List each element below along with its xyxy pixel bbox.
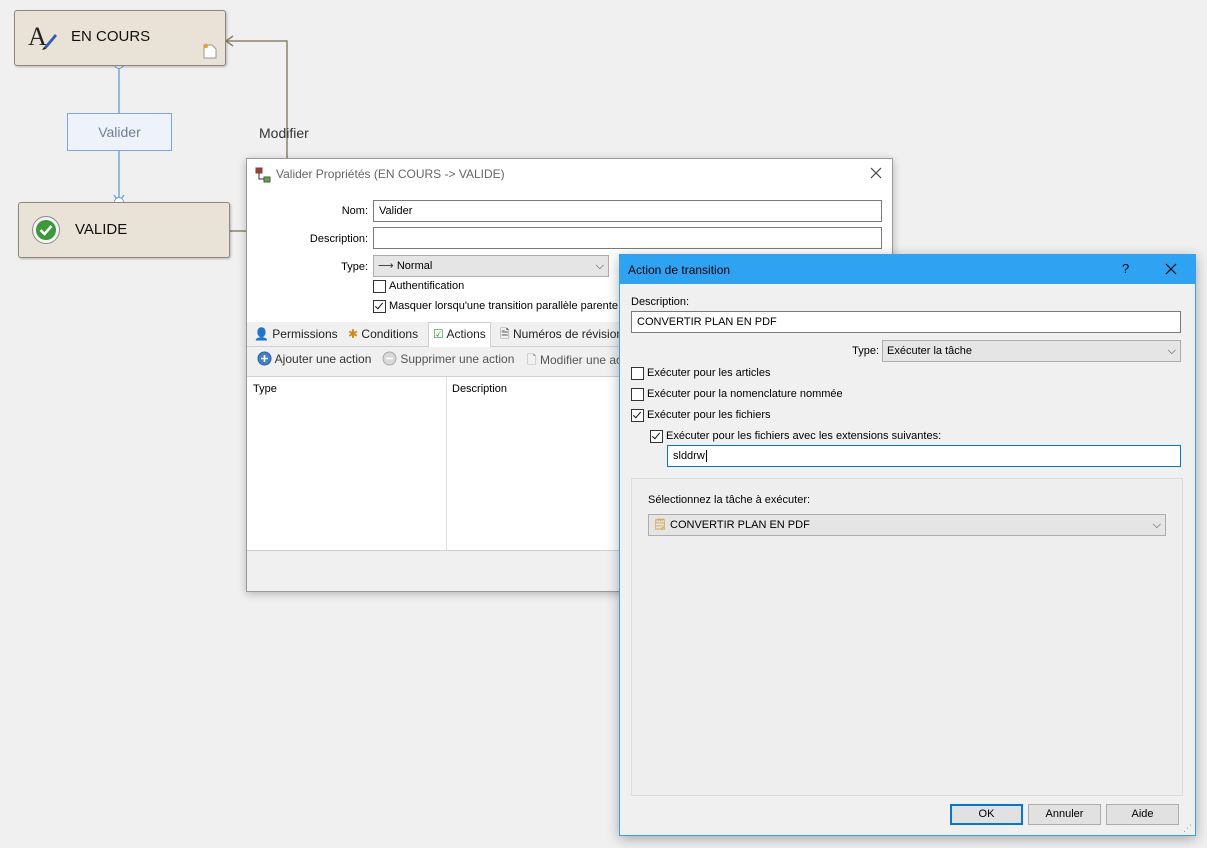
tab-actions[interactable]: ☑ Actions bbox=[428, 322, 491, 347]
fichiers-label: Exécuter pour les fichiers bbox=[647, 409, 771, 421]
extensions-label: Exécuter pour les fichiers avec les exte… bbox=[666, 430, 942, 442]
revision-icon: 🗎 bbox=[500, 327, 510, 341]
help-icon[interactable]: ? bbox=[1122, 261, 1129, 276]
document-icon bbox=[203, 43, 217, 59]
state-valide-label: VALIDE bbox=[75, 221, 128, 238]
description-input[interactable] bbox=[373, 227, 882, 249]
add-action-label: Ajouter une action bbox=[274, 352, 372, 366]
text-caret bbox=[705, 450, 707, 462]
articles-checkbox[interactable] bbox=[631, 367, 644, 380]
tab-revision-numbers-label: Numéros de révision bbox=[513, 327, 624, 341]
dialog-title: Action de transition bbox=[628, 263, 731, 277]
dialog-title: Valider Propriétés (EN COURS -> VALIDE) bbox=[276, 167, 505, 181]
nom-input[interactable]: Valider bbox=[373, 200, 882, 222]
chevron-down-icon: ⌵ bbox=[1167, 345, 1176, 357]
transition-valider-label[interactable]: Valider bbox=[67, 113, 172, 151]
extensions-value: slddrw bbox=[673, 450, 705, 462]
type-label: Type: bbox=[852, 345, 879, 357]
description-label: Description: bbox=[631, 296, 690, 308]
task-icon: 🗒 bbox=[653, 519, 667, 531]
authentification-checkbox[interactable] bbox=[373, 280, 386, 293]
state-en-cours[interactable]: A EN COURS bbox=[14, 10, 226, 66]
masquer-label: Masquer lorsqu'une transition parallèle … bbox=[389, 300, 628, 312]
close-icon[interactable] bbox=[870, 167, 882, 179]
column-divider bbox=[446, 377, 447, 550]
close-icon[interactable] bbox=[1165, 263, 1177, 275]
tab-conditions-label: Conditions bbox=[361, 327, 419, 341]
resize-grip[interactable]: ⋰ bbox=[1183, 823, 1192, 834]
add-circle-icon bbox=[257, 351, 272, 366]
description-input[interactable]: CONVERTIR PLAN EN PDF bbox=[631, 311, 1181, 333]
check-circle-icon bbox=[32, 216, 60, 244]
type-select-value: Normal bbox=[396, 260, 433, 272]
chevron-down-icon: ⌵ bbox=[595, 260, 604, 272]
type-select[interactable]: ⟶ Normal ⌵ bbox=[373, 255, 609, 277]
extensions-input[interactable]: slddrw bbox=[667, 445, 1181, 467]
svg-text:A: A bbox=[28, 22, 47, 51]
user-icon: 👤 bbox=[254, 327, 269, 341]
type-label: Type: bbox=[341, 261, 368, 273]
fichiers-checkbox[interactable] bbox=[631, 409, 644, 422]
tab-conditions[interactable]: ✱ Conditions bbox=[348, 323, 418, 345]
state-en-cours-label: EN COURS bbox=[71, 28, 151, 45]
nom-label: Nom: bbox=[341, 205, 368, 217]
add-action-button[interactable]: Ajouter une action bbox=[257, 351, 371, 366]
task-label: Sélectionnez la tâche à exécuter: bbox=[648, 494, 811, 506]
modify-action-label: Modifier une ac bbox=[540, 353, 623, 367]
transition-action-dialog: Action de transition ? Description: CONV… bbox=[619, 254, 1196, 836]
masquer-checkbox[interactable] bbox=[373, 300, 386, 313]
conditions-icon: ✱ bbox=[348, 327, 359, 341]
tab-permissions[interactable]: 👤 Permissions bbox=[254, 323, 338, 345]
type-select-value: Exécuter la tâche bbox=[887, 345, 972, 357]
type-select[interactable]: Exécuter la tâche ⌵ bbox=[882, 340, 1181, 362]
extensions-checkbox[interactable] bbox=[650, 430, 663, 443]
edit-document-icon: 🗋 bbox=[527, 353, 537, 367]
tab-revision-numbers[interactable]: 🗎 Numéros de révision bbox=[500, 323, 623, 345]
help-button[interactable]: Aide bbox=[1106, 804, 1179, 825]
nomenclature-label: Exécuter pour la nomenclature nommée bbox=[647, 388, 843, 400]
cancel-button[interactable]: Annuler bbox=[1028, 804, 1101, 825]
checklist-icon: ☑ bbox=[433, 327, 444, 341]
transition-icon bbox=[255, 167, 271, 183]
transition-modifier-label[interactable]: Modifier bbox=[259, 125, 309, 141]
remove-circle-icon bbox=[382, 351, 397, 366]
chevron-down-icon: ⌵ bbox=[1152, 519, 1161, 531]
state-valide[interactable]: VALIDE bbox=[18, 202, 230, 258]
arrow-right-icon: ⟶ bbox=[378, 260, 394, 272]
column-header-type[interactable]: Type bbox=[253, 383, 277, 395]
tab-permissions-label: Permissions bbox=[272, 327, 338, 341]
column-header-description[interactable]: Description bbox=[452, 383, 507, 395]
text-style-icon: A bbox=[28, 22, 57, 51]
tab-actions-label: Actions bbox=[446, 327, 486, 341]
remove-action-label: Supprimer une action bbox=[400, 352, 515, 366]
ok-button[interactable]: OK bbox=[950, 804, 1023, 825]
task-group: Sélectionnez la tâche à exécuter: 🗒 CONV… bbox=[631, 478, 1183, 796]
modify-action-button[interactable]: 🗋 Modifier une ac bbox=[527, 351, 622, 372]
title-bar: Valider Propriétés (EN COURS -> VALIDE) bbox=[247, 159, 892, 189]
remove-action-button[interactable]: Supprimer une action bbox=[382, 351, 514, 366]
task-select[interactable]: 🗒 CONVERTIR PLAN EN PDF ⌵ bbox=[648, 514, 1166, 536]
nomenclature-checkbox[interactable] bbox=[631, 388, 644, 401]
articles-label: Exécuter pour les articles bbox=[647, 367, 771, 379]
title-bar: Action de transition ? bbox=[620, 255, 1195, 284]
description-label: Description: bbox=[309, 233, 368, 245]
authentification-label: Authentification bbox=[389, 280, 465, 292]
task-select-value: CONVERTIR PLAN EN PDF bbox=[670, 519, 810, 531]
